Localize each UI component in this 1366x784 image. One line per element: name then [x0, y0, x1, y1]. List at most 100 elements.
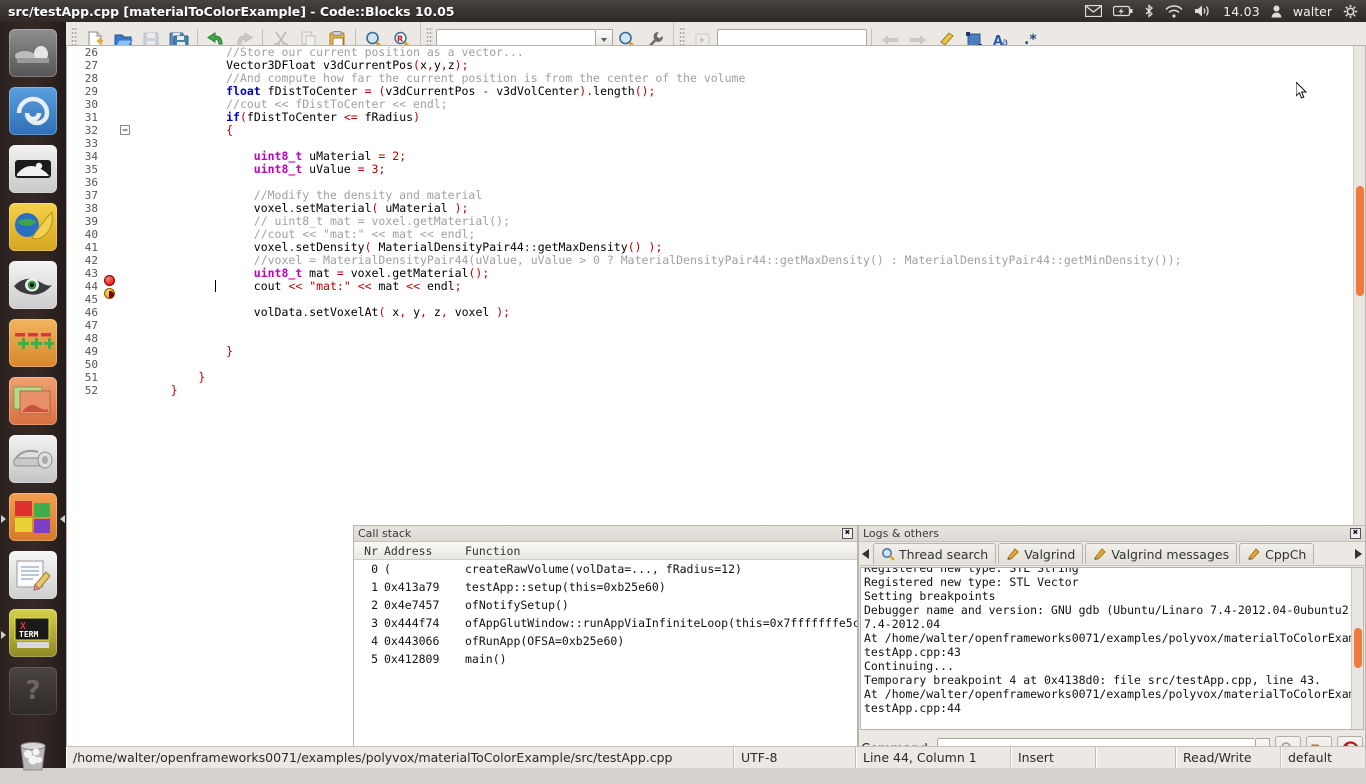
- right-triangle-icon[interactable]: [1351, 542, 1365, 566]
- system-tray: 14.03 walter: [1085, 4, 1366, 19]
- volume-icon[interactable]: [1194, 4, 1212, 18]
- code-line[interactable]: 49 }: [67, 345, 1365, 358]
- callstack-row[interactable]: 30x444f74ofAppGlutWindow::runAppViaInfin…: [354, 614, 857, 632]
- battery-icon[interactable]: [1113, 5, 1133, 17]
- status-mode: Insert: [1011, 747, 1096, 768]
- callstack-title: Call stack: [358, 527, 411, 540]
- launcher-item-gimp[interactable]: [0, 256, 66, 314]
- line-number: 34: [67, 150, 103, 163]
- log-line: Registered new type: STL String: [864, 567, 1360, 575]
- code-line[interactable]: 47: [67, 319, 1365, 332]
- code-text: volData.setVoxelAt( x, y, z, voxel );: [137, 306, 1365, 319]
- code-line[interactable]: 46 volData.setVoxelAt( x, y, z, voxel );: [67, 306, 1365, 319]
- line-number: 49: [67, 345, 103, 358]
- callstack-row[interactable]: 10x413a79testApp::setup(this=0xb25e60): [354, 578, 857, 596]
- launcher-item-trash[interactable]: [0, 726, 66, 784]
- logs-vertical-scrollbar[interactable]: [1351, 568, 1363, 729]
- code-line[interactable]: 31 if(fDistToCenter <= fRadius): [67, 111, 1365, 124]
- frame-address: 0x412809: [384, 652, 460, 666]
- column-address: Address: [384, 544, 460, 558]
- scroll-thumb[interactable]: [1354, 628, 1362, 668]
- launcher-item-codeblocks[interactable]: [0, 488, 66, 546]
- code-line[interactable]: 50: [67, 358, 1365, 371]
- logs-tab-label: Thread search: [899, 547, 988, 562]
- frame-address: 0x413a79: [384, 580, 460, 594]
- line-number: 48: [67, 332, 103, 345]
- close-icon[interactable]: ✖: [1350, 528, 1361, 539]
- username-label[interactable]: walter: [1293, 4, 1332, 19]
- line-number: 31: [67, 111, 103, 124]
- pencil-icon: [1093, 547, 1107, 561]
- column-function: Function: [460, 544, 857, 558]
- line-number: 33: [67, 137, 103, 150]
- launcher-item-texteditor[interactable]: [0, 546, 66, 604]
- envelope-icon[interactable]: [1085, 5, 1102, 17]
- text-caret: [215, 280, 216, 292]
- scroll-thumb[interactable]: [1356, 186, 1364, 296]
- logs-titlebar: Logs & others ✖: [859, 526, 1365, 542]
- logs-tab[interactable]: CppCh: [1239, 543, 1314, 564]
- launcher-item-scanner[interactable]: [0, 430, 66, 488]
- line-number: 28: [67, 72, 103, 85]
- bluetooth-icon[interactable]: [1144, 4, 1154, 18]
- callstack-header: Nr Address Function: [354, 542, 857, 560]
- launcher-item-firefox[interactable]: [0, 198, 66, 256]
- logs-tab[interactable]: Valgrind: [998, 543, 1083, 564]
- launcher-item-imageviewer[interactable]: [0, 372, 66, 430]
- code-line[interactable]: 35 uint8_t uValue = 3;: [67, 163, 1365, 176]
- callstack-row[interactable]: 50x412809main(): [354, 650, 857, 668]
- clock[interactable]: 14.03: [1223, 4, 1260, 19]
- logs-tab-label: Valgrind messages: [1111, 547, 1229, 562]
- line-number: 40: [67, 228, 103, 241]
- log-line: testApp.cpp:44: [864, 701, 1360, 715]
- left-triangle-icon[interactable]: [859, 542, 873, 566]
- unity-launcher: XTERM ?: [0, 22, 66, 768]
- close-icon[interactable]: ✖: [842, 528, 853, 539]
- wifi-icon[interactable]: [1165, 5, 1183, 18]
- line-number: 36: [67, 176, 103, 189]
- log-line: Setting breakpoints: [864, 589, 1360, 603]
- fold-margin[interactable]: [117, 123, 133, 139]
- pencil-icon: [1006, 547, 1020, 561]
- editor-area: src/testApp.cpp✖src/testApp.hShapes.cppa…: [66, 114, 1076, 499]
- code-line[interactable]: 44 cout << "mat:" << mat << endl;: [67, 280, 1365, 293]
- code-line[interactable]: 52 }: [67, 384, 1365, 397]
- line-number: 44: [67, 280, 103, 293]
- code-line[interactable]: 51 }: [67, 371, 1365, 384]
- line-number: 38: [67, 202, 103, 215]
- callstack-row[interactable]: 0(createRawVolume(volData=..., fRadius=1…: [354, 560, 857, 578]
- log-line: At /home/walter/openframeworks0071/examp…: [864, 687, 1360, 701]
- code-text: uint8_t uValue = 3;: [137, 163, 1365, 176]
- log-line: Debugger name and version: GNU gdb (Ubun…: [864, 603, 1360, 617]
- debugger-log-output[interactable]: Registered new type: STL StringRegistere…: [860, 567, 1364, 730]
- line-number: 51: [67, 371, 103, 384]
- log-line: At /home/walter/openframeworks0071/examp…: [864, 631, 1360, 645]
- mouse-cursor: [1296, 82, 1308, 100]
- callstack-row[interactable]: 40x443066ofRunApp(OFSA=0xb25e60): [354, 632, 857, 650]
- line-number: 27: [67, 59, 103, 72]
- launcher-item-files[interactable]: [0, 140, 66, 198]
- code-line[interactable]: 48: [67, 332, 1365, 345]
- callstack-table[interactable]: Nr Address Function 0(createRawVolume(vo…: [354, 542, 857, 766]
- status-bar: /home/walter/openframeworks0071/examples…: [66, 746, 1366, 768]
- magnifier-icon: [881, 547, 895, 561]
- frame-function: createRawVolume(volData=..., fRadius=12): [460, 562, 857, 576]
- logs-tab[interactable]: Valgrind messages: [1085, 543, 1237, 564]
- code-line[interactable]: 32 {: [67, 124, 1365, 137]
- launcher-item-help[interactable]: ?: [0, 662, 66, 720]
- frame-address: 0x444f74: [384, 616, 460, 630]
- callstack-row[interactable]: 20x4e7457ofNotifySetup(): [354, 596, 857, 614]
- frame-number: 3: [354, 616, 384, 630]
- frame-address: 0x443066: [384, 634, 460, 648]
- frame-number: 0: [354, 562, 384, 576]
- gear-icon[interactable]: [1343, 4, 1358, 19]
- launcher-item-xterm[interactable]: XTERM: [0, 604, 66, 662]
- frame-function: ofNotifySetup(): [460, 598, 857, 612]
- launcher-item-dash[interactable]: [0, 24, 66, 82]
- logs-tab[interactable]: Thread search: [873, 543, 996, 564]
- launcher-item-blender[interactable]: [0, 82, 66, 140]
- focused-indicator-right: [60, 515, 65, 523]
- line-number: 32: [67, 124, 103, 137]
- launcher-item-synaptic[interactable]: [0, 314, 66, 372]
- line-number: 37: [67, 189, 103, 202]
